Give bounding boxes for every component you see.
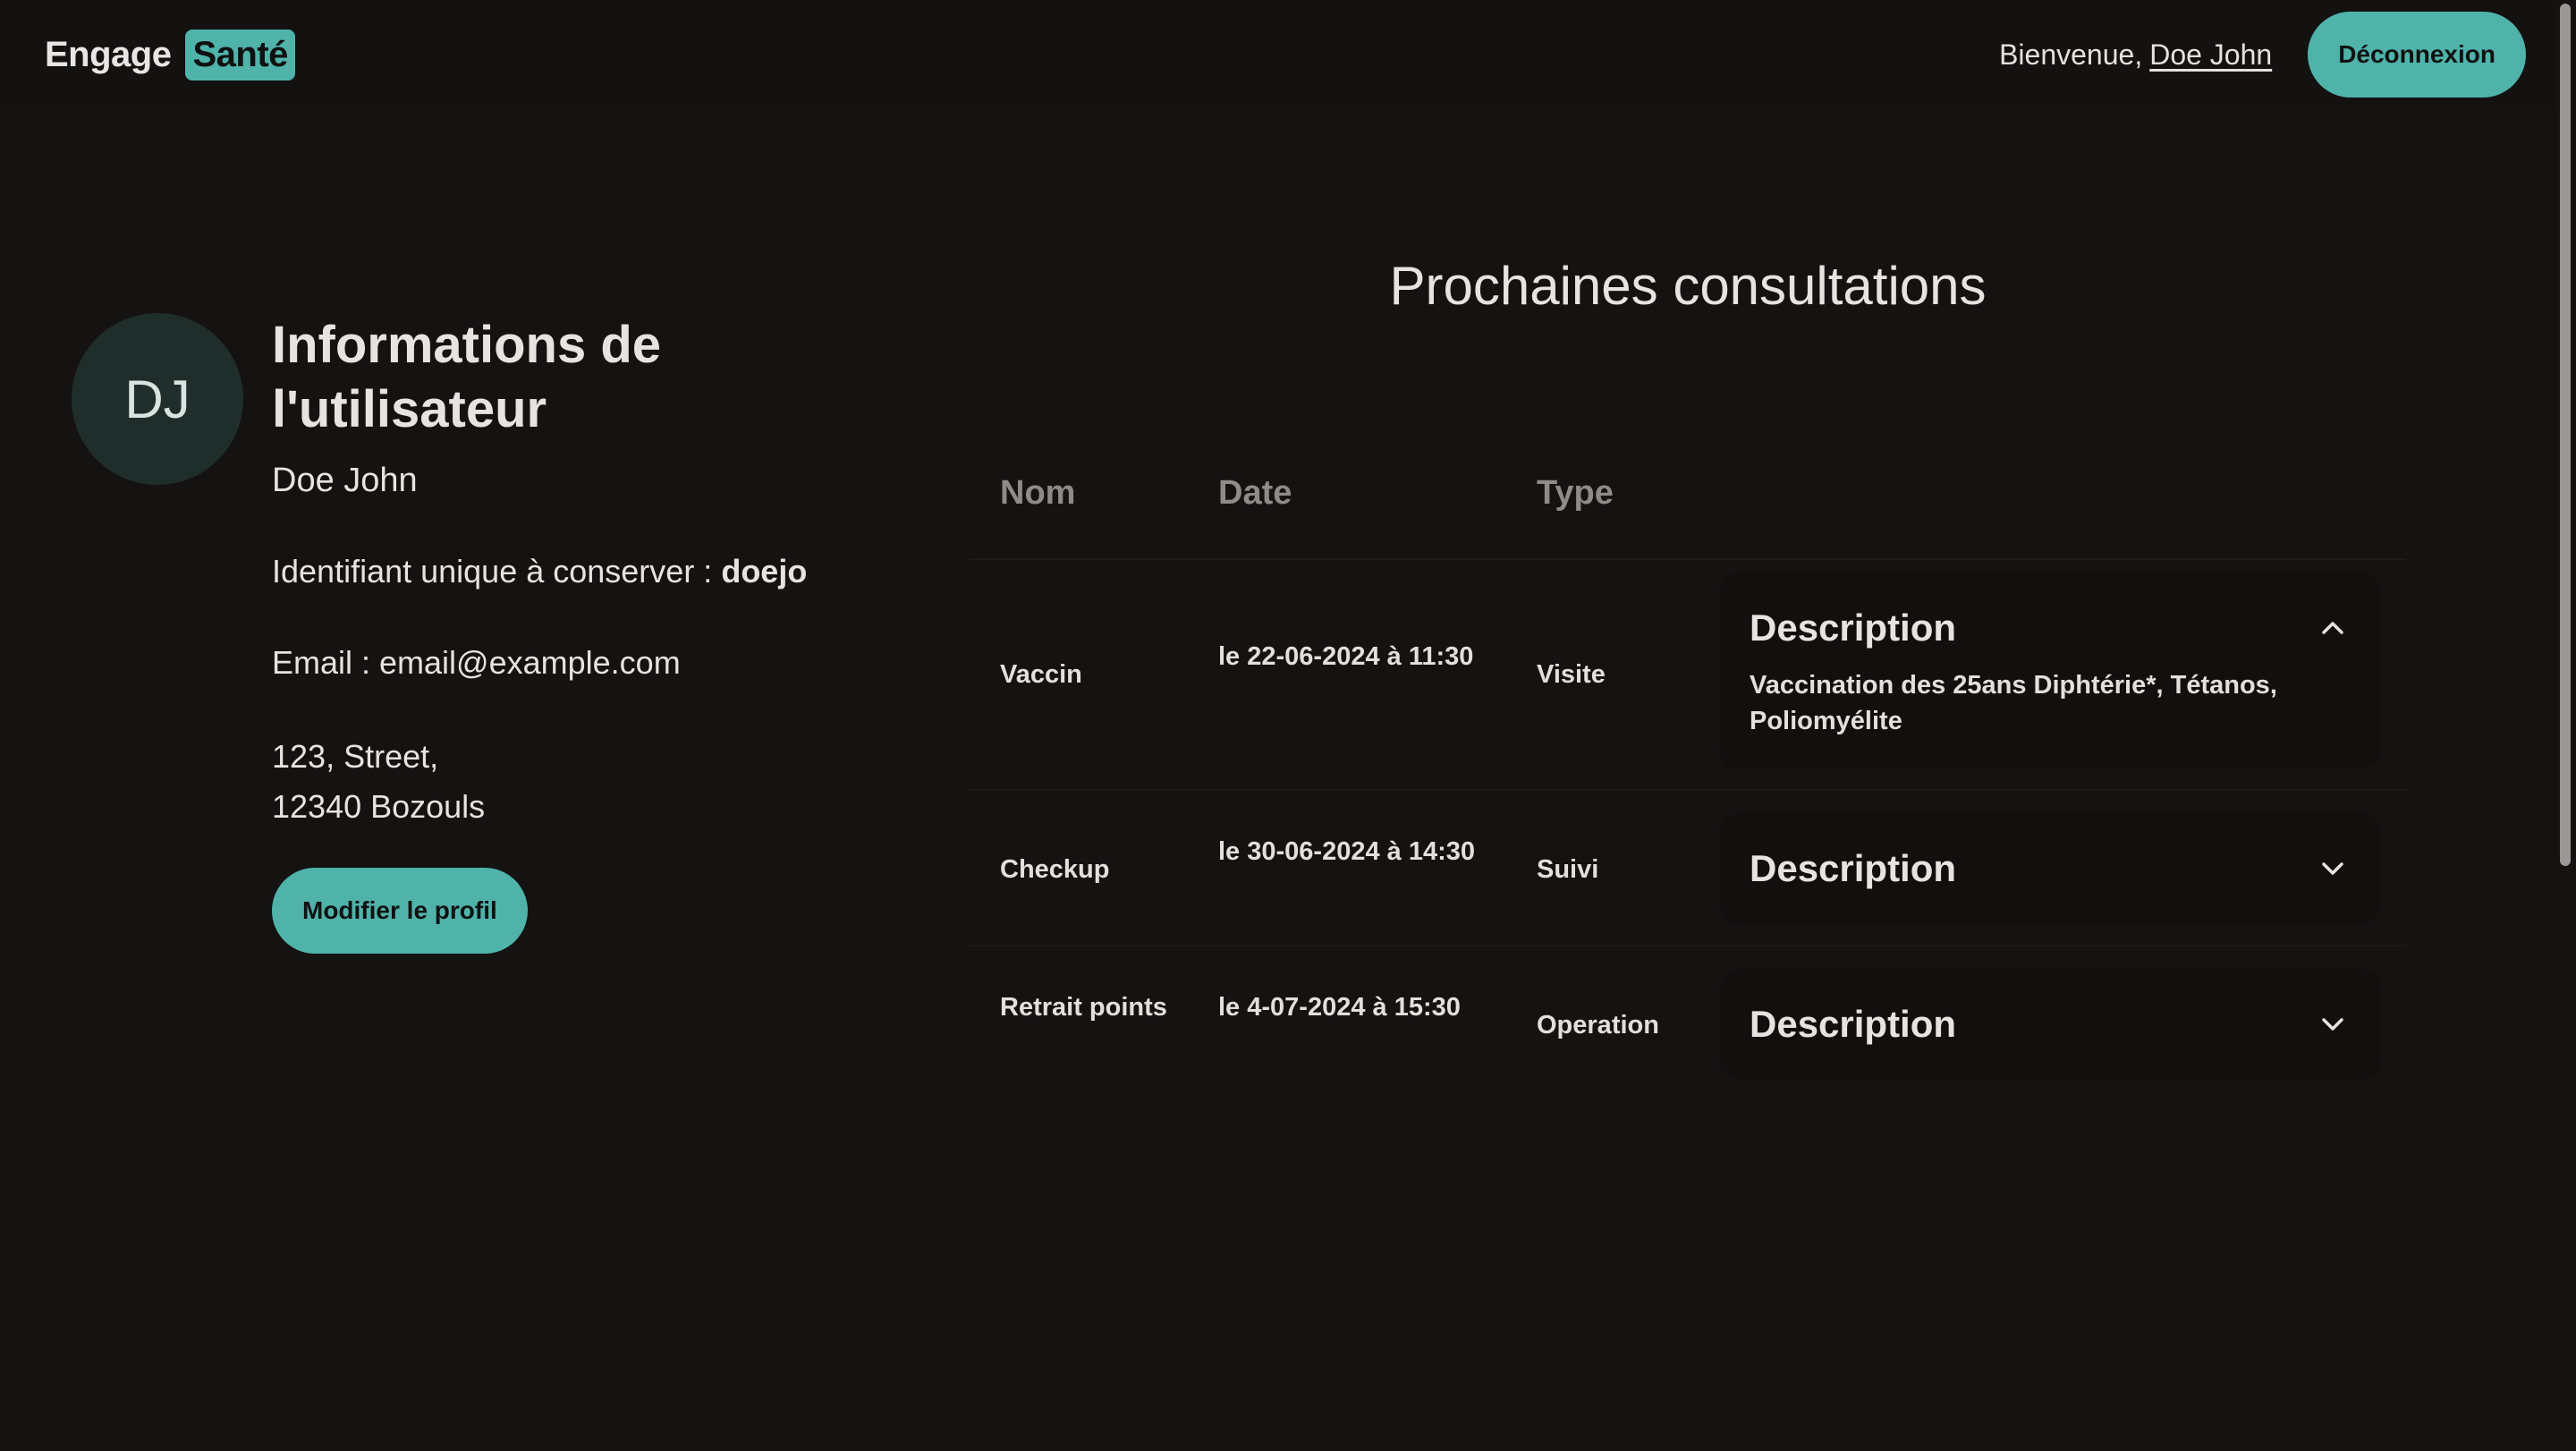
appointment-date: le 22-06-2024 à 11:30 bbox=[1218, 642, 1474, 671]
appointments-title: Prochaines consultations bbox=[1389, 256, 1987, 316]
description-accordion: Description bbox=[1719, 813, 2381, 924]
description-toggle[interactable]: Description bbox=[1719, 813, 2381, 924]
appointment-name: Vaccin bbox=[1000, 660, 1082, 689]
column-header-type: Type bbox=[1537, 474, 1614, 512]
brand-logo[interactable]: Engage Santé bbox=[45, 29, 295, 81]
table-row: Vaccin le 22-06-2024 à 11:30 Visite Desc… bbox=[970, 560, 2406, 791]
appointment-date: le 30-06-2024 à 14:30 bbox=[1218, 837, 1475, 866]
description-accordion: Description Vaccination des 25ans Diphté… bbox=[1719, 573, 2381, 769]
welcome-user-link[interactable]: Doe John bbox=[2149, 38, 2272, 71]
appointment-type: Visite bbox=[1537, 660, 1606, 689]
description-label: Description bbox=[1750, 1003, 1957, 1045]
address-block: 123, Street, 12340 Bozouls bbox=[272, 732, 916, 832]
appointment-date: le 4-07-2024 à 15:30 bbox=[1218, 993, 1461, 1022]
user-info-title: Informations de l'utilisateur bbox=[272, 316, 662, 438]
description-toggle[interactable]: Description bbox=[1719, 969, 2381, 1080]
appointment-type: Operation bbox=[1537, 1011, 1659, 1039]
address-line-2: 12340 Bozouls bbox=[272, 788, 486, 825]
appointments-section: Prochaines consultations Nom Date Type V… bbox=[970, 242, 2406, 1102]
logout-button[interactable]: Déconnexion bbox=[2308, 12, 2526, 98]
welcome-message: Bienvenue, Doe John bbox=[1999, 38, 2272, 72]
chevron-up-icon bbox=[2315, 610, 2351, 646]
description-text: Vaccination des 25ans Diphtérie*, Tétano… bbox=[1750, 671, 2277, 735]
appointment-name: Retrait points bbox=[1000, 993, 1167, 1022]
chevron-down-icon bbox=[2315, 1006, 2351, 1042]
description-accordion: Description bbox=[1719, 969, 2381, 1080]
scrollbar-thumb[interactable] bbox=[2560, 4, 2571, 866]
appointment-type: Suivi bbox=[1537, 855, 1599, 884]
brand-accent-text: Santé bbox=[185, 29, 295, 81]
description-label: Description bbox=[1750, 607, 1957, 649]
column-header-date: Date bbox=[1218, 474, 1292, 512]
user-info-panel: Informations de l'utilisateur Doe John I… bbox=[272, 313, 916, 954]
unique-id-label: Identifiant unique à conserver : bbox=[272, 553, 713, 590]
table-row: Retrait points le 4-07-2024 à 15:30 Oper… bbox=[970, 946, 2406, 1102]
appointment-name: Checkup bbox=[1000, 855, 1110, 884]
table-row: Checkup le 30-06-2024 à 14:30 Suivi Desc… bbox=[970, 791, 2406, 946]
description-label: Description bbox=[1750, 847, 1957, 889]
edit-profile-button[interactable]: Modifier le profil bbox=[272, 868, 528, 954]
avatar: DJ bbox=[72, 313, 243, 485]
brand-main-text: Engage bbox=[45, 34, 172, 74]
user-full-name: Doe John bbox=[272, 462, 418, 499]
unique-id-value: doejo bbox=[721, 553, 808, 590]
email-line: Email : email@example.com bbox=[272, 644, 681, 681]
header-user-area: Bienvenue, Doe John Déconnexion bbox=[1999, 12, 2526, 98]
column-header-nom: Nom bbox=[1000, 474, 1076, 512]
top-bar: Engage Santé Bienvenue, Doe John Déconnex… bbox=[0, 0, 2555, 109]
unique-id-line: Identifiant unique à conserver : doejo bbox=[272, 551, 916, 592]
welcome-prefix: Bienvenue, bbox=[1999, 38, 2143, 71]
address-line-1: 123, Street, bbox=[272, 738, 439, 775]
table-header: Nom Date Type bbox=[970, 474, 2406, 560]
page-scrollbar[interactable] bbox=[2555, 0, 2576, 1451]
chevron-down-icon bbox=[2315, 851, 2351, 887]
